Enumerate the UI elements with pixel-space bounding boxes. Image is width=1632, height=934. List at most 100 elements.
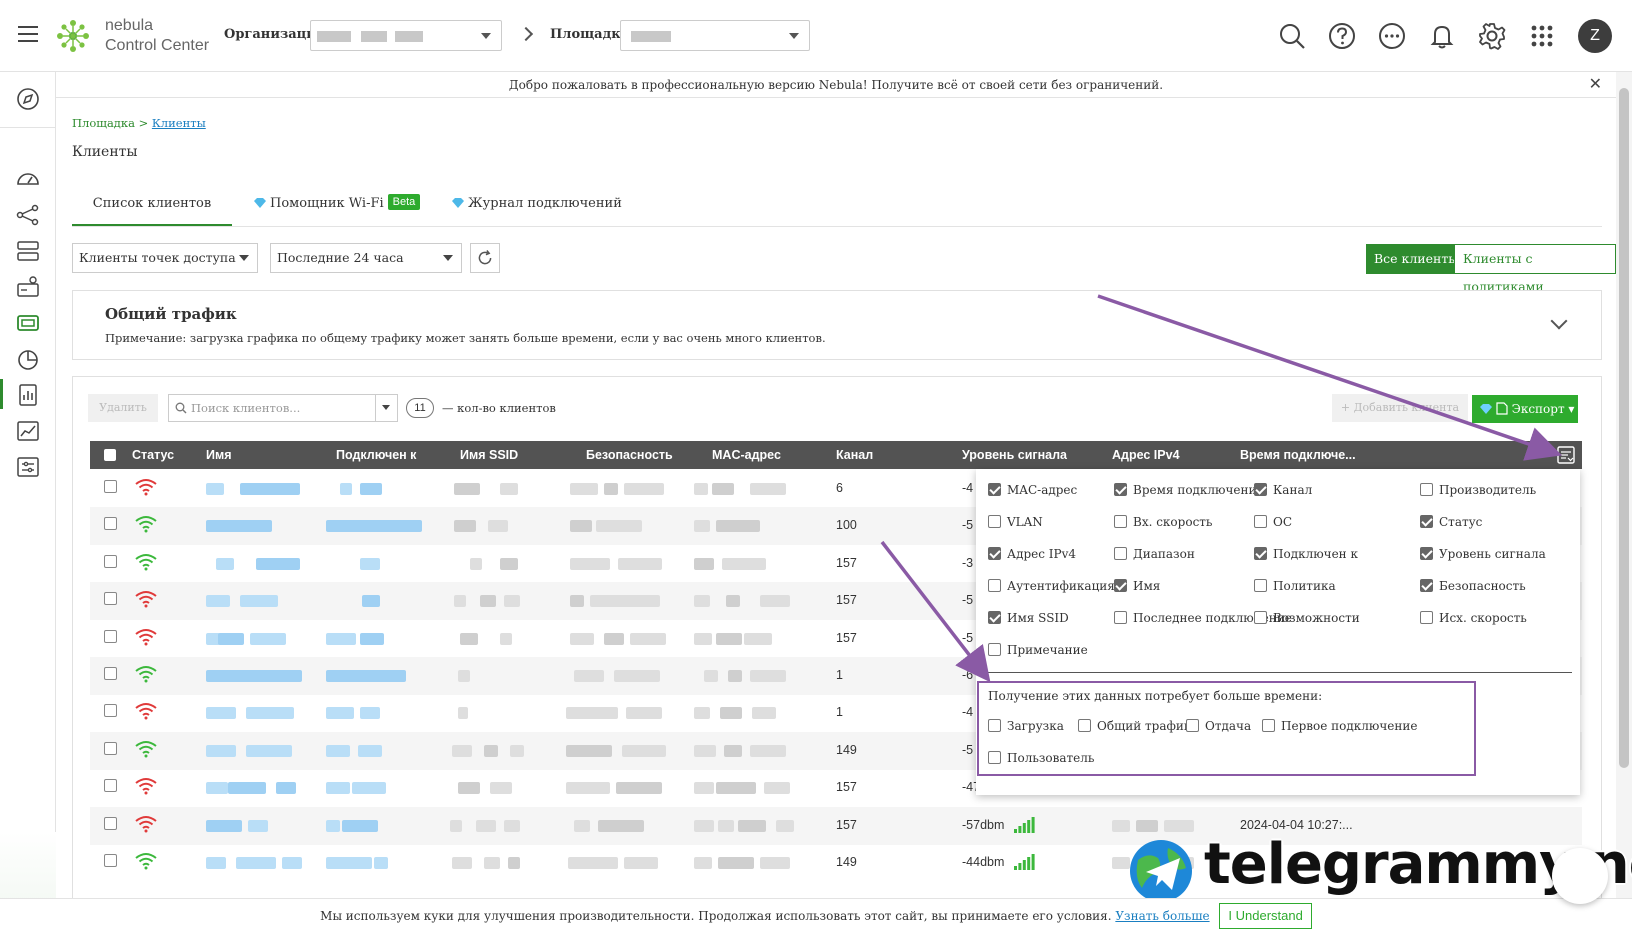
row-checkbox[interactable] xyxy=(104,779,117,793)
column-option[interactable]: ОС xyxy=(1254,515,1292,529)
breadcrumb-root[interactable]: Площадка xyxy=(72,116,135,130)
checkbox[interactable] xyxy=(1254,547,1267,560)
column-option[interactable]: Имя xyxy=(1114,579,1160,593)
col-connected-to[interactable]: Подключен к xyxy=(336,441,416,469)
period-select[interactable]: Последние 24 часа xyxy=(270,243,462,273)
client-type-select[interactable]: Клиенты точек доступа xyxy=(72,243,258,273)
col-channel[interactable]: Канал xyxy=(836,441,873,469)
checkbox[interactable] xyxy=(1114,611,1127,624)
scroll-to-top-button[interactable] xyxy=(1552,848,1608,904)
column-option[interactable]: Уровень сигнала xyxy=(1420,547,1546,561)
access-point-icon[interactable] xyxy=(15,310,41,336)
checkbox[interactable] xyxy=(988,515,1001,528)
row-checkbox[interactable] xyxy=(104,667,117,680)
compass-icon[interactable] xyxy=(15,86,41,112)
chevron-down-icon[interactable] xyxy=(1550,312,1568,330)
column-option[interactable]: Время подключения xyxy=(1114,483,1264,497)
checkbox[interactable] xyxy=(988,611,1001,624)
tab-client-list[interactable]: Список клиентов xyxy=(72,182,232,226)
breadcrumb-current[interactable]: Клиенты xyxy=(152,116,206,130)
column-option[interactable]: Вх. скорость xyxy=(1114,515,1212,529)
checkbox[interactable] xyxy=(1420,579,1433,592)
help-icon[interactable] xyxy=(1326,20,1358,52)
col-signal[interactable]: Уровень сигнала xyxy=(962,441,1067,469)
column-option[interactable]: Адрес IPv4 xyxy=(988,547,1076,561)
all-clients-button[interactable]: Все клиенты xyxy=(1366,244,1467,274)
col-mac[interactable]: MAC-адрес xyxy=(712,441,781,469)
checkbox[interactable] xyxy=(988,579,1001,592)
row-checkbox[interactable] xyxy=(104,592,117,606)
checkbox[interactable] xyxy=(988,547,1001,560)
org-select[interactable] xyxy=(310,20,502,51)
checkbox[interactable] xyxy=(1420,515,1433,528)
checkbox[interactable] xyxy=(988,483,1001,496)
checkbox[interactable] xyxy=(1420,547,1433,560)
checkbox[interactable] xyxy=(1254,611,1267,624)
checkbox[interactable] xyxy=(1114,579,1127,592)
checkbox[interactable] xyxy=(1420,611,1433,624)
column-option[interactable]: Подключен к xyxy=(1254,547,1358,561)
tab-wifi-assistant[interactable]: Помощник Wi-Fi Beta xyxy=(254,182,421,226)
column-option[interactable]: Исх. скорость xyxy=(1420,611,1527,625)
checkbox[interactable] xyxy=(1254,579,1267,592)
column-option[interactable]: Производитель xyxy=(1420,483,1536,497)
row-checkbox[interactable] xyxy=(104,480,117,493)
column-option[interactable]: VLAN xyxy=(988,515,1043,529)
add-client-button[interactable]: + Добавить клиента xyxy=(1332,394,1468,422)
cookie-learn-more-link[interactable]: Узнать больше xyxy=(1115,909,1209,923)
column-chooser-icon[interactable] xyxy=(1556,445,1576,465)
row-checkbox[interactable] xyxy=(104,704,117,718)
column-option[interactable]: Статус xyxy=(1420,515,1482,529)
checkbox[interactable] xyxy=(1114,515,1127,528)
col-status[interactable]: Статус xyxy=(132,441,174,469)
search-input[interactable] xyxy=(191,399,361,417)
scrollbar-thumb[interactable] xyxy=(1619,88,1629,768)
bell-icon[interactable] xyxy=(1426,20,1458,52)
tab-connection-log[interactable]: Журнал подключений xyxy=(452,182,622,226)
dashboard-icon[interactable] xyxy=(15,166,41,192)
checkbox[interactable] xyxy=(1254,483,1267,496)
col-ipv4[interactable]: Адрес IPv4 xyxy=(1112,441,1180,469)
row-checkbox[interactable] xyxy=(104,816,117,830)
close-icon[interactable]: ✕ xyxy=(1589,72,1602,98)
devices-list-icon[interactable] xyxy=(15,238,41,264)
row-checkbox[interactable] xyxy=(104,629,117,643)
row-checkbox[interactable] xyxy=(104,741,117,755)
switch-icon[interactable] xyxy=(15,274,41,300)
gear-icon[interactable] xyxy=(1476,20,1508,52)
apps-grid-icon[interactable] xyxy=(1526,20,1558,52)
page-scrollbar[interactable] xyxy=(1616,72,1632,902)
checkbox[interactable] xyxy=(988,643,1001,656)
column-option[interactable]: Аутентификация xyxy=(988,579,1115,593)
checkbox[interactable] xyxy=(1114,547,1127,560)
checkbox[interactable] xyxy=(1420,483,1433,496)
checkbox[interactable] xyxy=(1254,515,1267,528)
search-box[interactable] xyxy=(168,394,398,422)
topology-icon[interactable] xyxy=(15,202,41,228)
row-checkbox[interactable] xyxy=(104,554,117,568)
site-select[interactable] xyxy=(620,20,810,51)
cookie-accept-button[interactable]: I Understand xyxy=(1219,903,1312,929)
search-dropdown[interactable] xyxy=(375,395,397,421)
settings-list-icon[interactable] xyxy=(15,454,41,480)
col-name[interactable]: Имя xyxy=(206,441,232,469)
pie-chart-icon[interactable] xyxy=(15,346,41,372)
column-option[interactable]: Возможности xyxy=(1254,611,1360,625)
policy-clients-button[interactable]: Клиенты с политиками xyxy=(1454,244,1616,294)
more-icon[interactable] xyxy=(1376,20,1408,52)
select-all-checkbox[interactable] xyxy=(104,449,116,461)
column-option[interactable]: Канал xyxy=(1254,483,1312,497)
user-avatar[interactable]: Z xyxy=(1578,19,1612,53)
col-ssid[interactable]: Имя SSID xyxy=(460,441,518,469)
column-option[interactable]: Политика xyxy=(1254,579,1336,593)
row-checkbox[interactable] xyxy=(104,854,117,867)
column-option[interactable]: Примечание xyxy=(988,643,1088,657)
report-icon[interactable] xyxy=(15,382,41,408)
col-security[interactable]: Безопасность xyxy=(586,441,673,469)
delete-button[interactable]: Удалить xyxy=(88,394,158,422)
search-icon[interactable] xyxy=(1276,20,1308,52)
row-checkbox[interactable] xyxy=(104,517,117,531)
column-option[interactable]: Имя SSID xyxy=(988,611,1069,625)
checkbox[interactable] xyxy=(1114,483,1127,496)
col-connect-time[interactable]: Время подключе... xyxy=(1240,441,1356,469)
